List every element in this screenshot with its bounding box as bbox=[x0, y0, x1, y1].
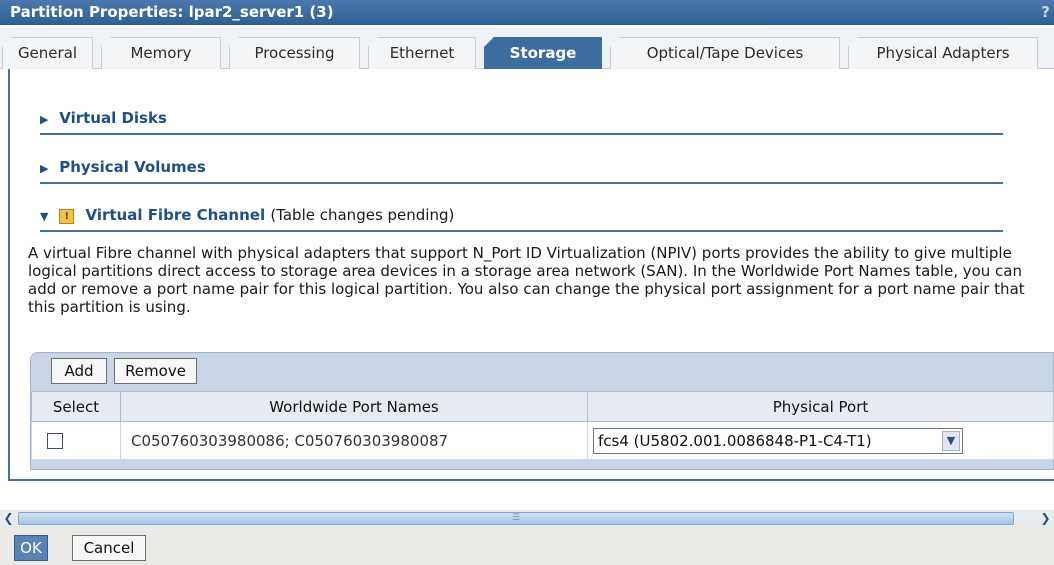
vfc-description: A virtual Fibre channel with physical ad… bbox=[28, 244, 1025, 316]
wwpn-table-container: Add Remove Select Worldwide Port Names P… bbox=[30, 352, 1054, 470]
column-header-select[interactable]: Select bbox=[31, 391, 121, 422]
add-button[interactable]: Add bbox=[51, 358, 107, 384]
section-label-virtual-disks: Virtual Disks bbox=[59, 109, 167, 127]
pending-status: (Table changes pending) bbox=[270, 206, 455, 224]
scroll-left-icon[interactable]: ❮ bbox=[0, 510, 17, 527]
collapsed-triangle-icon: ▶ bbox=[40, 162, 49, 175]
section-physical-volumes[interactable]: ▶ Physical Volumes bbox=[40, 152, 1003, 184]
scrollbar-thumb[interactable]: ☰ bbox=[18, 512, 1014, 525]
warning-icon: ! bbox=[59, 209, 75, 224]
tab-memory[interactable]: Memory bbox=[101, 37, 221, 69]
collapsed-triangle-icon: ▶ bbox=[40, 113, 49, 126]
tab-physical-adapters[interactable]: Physical Adapters bbox=[848, 37, 1038, 69]
physical-port-select[interactable]: fcs4 (U5802.001.0086848-P1-C4-T1) ▼ bbox=[593, 427, 963, 454]
column-header-wwpn[interactable]: Worldwide Port Names bbox=[120, 391, 588, 422]
tab-general[interactable]: General bbox=[2, 37, 93, 69]
scroll-right-icon[interactable]: ❯ bbox=[1037, 510, 1054, 527]
section-virtual-fibre-channel[interactable]: ▼ ! Virtual Fibre Channel (Table changes… bbox=[40, 200, 1003, 232]
tab-bar: General Memory Processing Ethernet Stora… bbox=[0, 27, 1054, 70]
physical-port-value: fcs4 (U5802.001.0086848-P1-C4-T1) bbox=[598, 431, 872, 450]
window-title: Partition Properties: lpar2_server1 (3) bbox=[10, 3, 334, 21]
chevron-down-icon[interactable]: ▼ bbox=[942, 430, 960, 451]
column-header-physical-port[interactable]: Physical Port bbox=[587, 391, 1054, 422]
table-row: C050760303980086; C050760303980087 fcs4 … bbox=[31, 421, 1054, 460]
expanded-triangle-icon: ▼ bbox=[40, 210, 49, 223]
title-bar: Partition Properties: lpar2_server1 (3) … bbox=[0, 0, 1054, 25]
dialog-footer: OK Cancel bbox=[0, 527, 1054, 565]
cancel-button[interactable]: Cancel bbox=[72, 535, 146, 561]
wwpn-table: Select Worldwide Port Names Physical Por… bbox=[31, 391, 1054, 460]
tab-ethernet[interactable]: Ethernet bbox=[368, 37, 476, 69]
wwpn-cell: C050760303980086; C050760303980087 bbox=[120, 421, 588, 460]
section-virtual-disks[interactable]: ▶ Virtual Disks bbox=[40, 103, 1003, 135]
tab-processing[interactable]: Processing bbox=[229, 37, 360, 69]
section-label-physical-volumes: Physical Volumes bbox=[59, 158, 206, 176]
row-select-checkbox[interactable] bbox=[47, 433, 63, 449]
remove-button[interactable]: Remove bbox=[114, 358, 197, 384]
tab-optical-tape-devices[interactable]: Optical/Tape Devices bbox=[610, 37, 840, 69]
help-icon[interactable]: ? bbox=[1041, 0, 1050, 25]
ok-button[interactable]: OK bbox=[14, 535, 48, 561]
horizontal-scrollbar[interactable]: ❮ ☰ ❯ bbox=[0, 510, 1054, 527]
section-label-virtual-fibre-channel: Virtual Fibre Channel bbox=[85, 206, 266, 224]
tab-storage[interactable]: Storage bbox=[484, 37, 602, 70]
